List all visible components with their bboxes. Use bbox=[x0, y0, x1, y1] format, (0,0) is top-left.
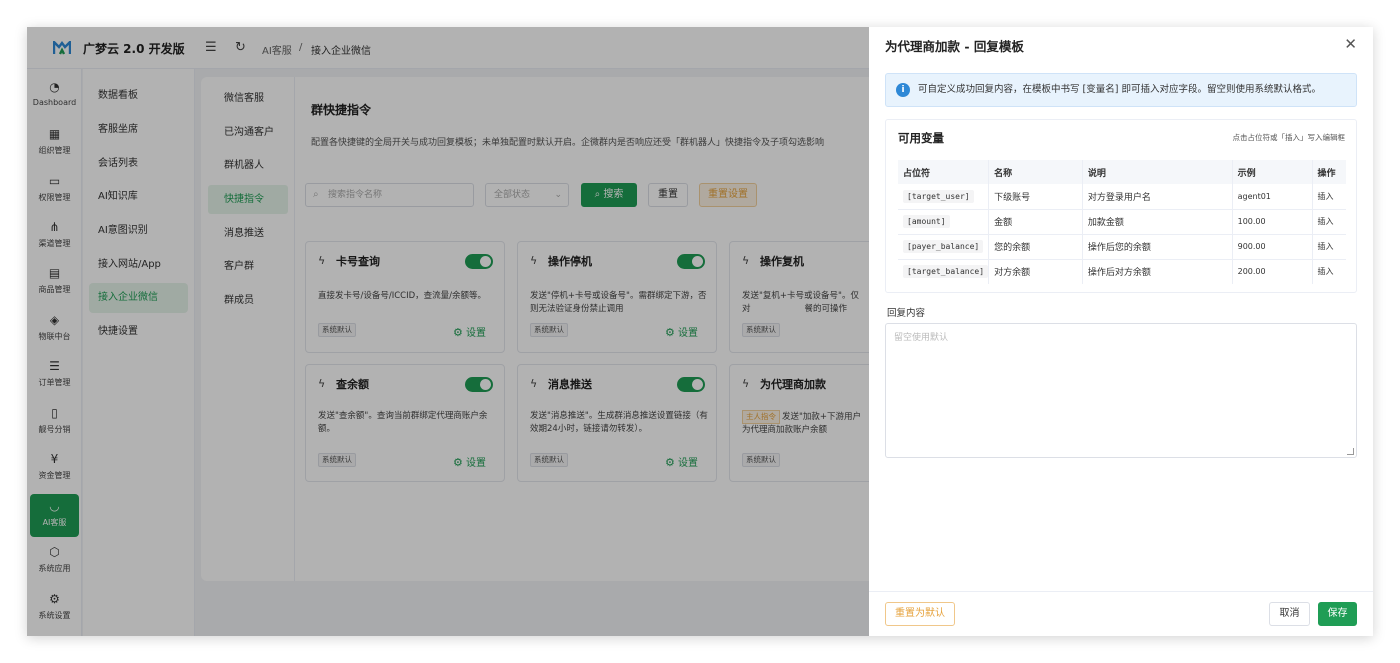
table-row: [target_balance] 对方余额 操作后对方余额 200.00 插入 bbox=[898, 259, 1346, 284]
placeholder-chip[interactable]: [payer_balance] bbox=[903, 240, 984, 253]
column-header: 说明 bbox=[1082, 160, 1233, 184]
variables-title: 可用变量 bbox=[898, 131, 944, 145]
table-row: [target_user] 下级账号 对方登录用户名 agent01 插入 bbox=[898, 184, 1346, 210]
insert-link[interactable]: 插入 bbox=[1312, 184, 1346, 210]
var-name: 下级账号 bbox=[988, 184, 1083, 210]
var-example: agent01 bbox=[1232, 184, 1313, 210]
reply-placeholder: 留空使用默认 bbox=[894, 333, 949, 343]
app-window: 广梦云 2.0 开发版 ☰ ↻ AI客服 / 接入企业微信 ◔ Dashboard… bbox=[27, 27, 1373, 636]
var-example: 200.00 bbox=[1232, 259, 1313, 284]
insert-link[interactable]: 插入 bbox=[1312, 259, 1346, 284]
insert-link[interactable]: 插入 bbox=[1312, 209, 1346, 235]
placeholder-chip[interactable]: [target_balance] bbox=[903, 265, 989, 279]
column-header: 示例 bbox=[1232, 160, 1313, 184]
info-alert: i 可自定义成功回复内容，在模板中书写 [变量名] 即可插入对应字段。留空则使用… bbox=[885, 73, 1357, 107]
placeholder-chip[interactable]: [target_user] bbox=[903, 189, 974, 203]
var-desc: 操作后对方余额 bbox=[1082, 259, 1233, 284]
variables-hint: 点击占位符或「插入」写入编辑框 bbox=[1232, 133, 1346, 142]
table-row: [amount] 金额 加款金额 100.00 插入 bbox=[898, 209, 1346, 235]
table-header-row: 占位符 名称 说明 示例 操作 bbox=[898, 160, 1346, 184]
drawer-footer: 重置为默认 取消 保存 bbox=[869, 591, 1373, 636]
var-example: 900.00 bbox=[1232, 234, 1313, 260]
var-desc: 对方登录用户名 bbox=[1082, 184, 1233, 210]
cancel-button[interactable]: 取消 bbox=[1269, 602, 1310, 626]
var-example: 100.00 bbox=[1232, 209, 1313, 235]
save-button[interactable]: 保存 bbox=[1318, 602, 1357, 626]
insert-link[interactable]: 插入 bbox=[1312, 234, 1346, 260]
close-icon[interactable]: ✕ bbox=[1344, 35, 1357, 53]
variables-panel: 可用变量 点击占位符或「插入」写入编辑框 占位符 名称 说明 示例 操作 [ta… bbox=[885, 119, 1357, 293]
info-text: 可自定义成功回复内容，在模板中书写 [变量名] 即可插入对应字段。留空则使用系统… bbox=[918, 84, 1321, 95]
var-desc: 操作后您的余额 bbox=[1082, 234, 1233, 260]
reset-default-button[interactable]: 重置为默认 bbox=[885, 602, 955, 626]
reply-textarea[interactable]: 留空使用默认 bbox=[885, 323, 1357, 458]
reply-template-drawer: 为代理商加款 - 回复模板 ✕ i 可自定义成功回复内容，在模板中书写 [变量名… bbox=[869, 27, 1373, 636]
var-name: 您的余额 bbox=[988, 234, 1083, 260]
info-icon: i bbox=[896, 83, 910, 97]
var-desc: 加款金额 bbox=[1082, 209, 1233, 235]
var-name: 对方余额 bbox=[988, 259, 1083, 284]
variables-table: 占位符 名称 说明 示例 操作 [target_user] 下级账号 对方登录用… bbox=[898, 160, 1346, 284]
drawer-title: 为代理商加款 - 回复模板 bbox=[885, 39, 1024, 54]
column-header: 名称 bbox=[988, 160, 1083, 184]
table-row: [payer_balance] 您的余额 操作后您的余额 900.00 插入 bbox=[898, 234, 1346, 260]
column-header: 操作 bbox=[1312, 160, 1346, 184]
placeholder-chip[interactable]: [amount] bbox=[903, 215, 950, 228]
column-header: 占位符 bbox=[898, 160, 990, 184]
var-name: 金额 bbox=[988, 209, 1083, 235]
reply-label: 回复内容 bbox=[887, 308, 926, 319]
